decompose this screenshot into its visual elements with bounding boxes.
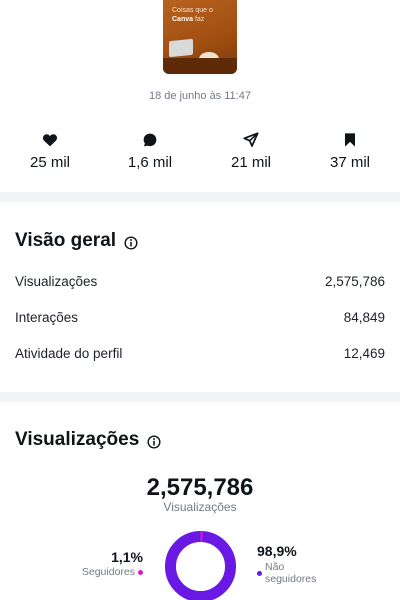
- row-value: 2,575,786: [324, 274, 385, 289]
- comment-icon: [110, 132, 190, 150]
- non-followers-breakdown: 98,9% Não seguidores: [257, 543, 327, 585]
- views-total-label: Visualizações: [163, 500, 237, 514]
- row-label: Interações: [15, 310, 79, 325]
- info-icon[interactable]: [124, 234, 138, 250]
- heart-icon: [10, 132, 90, 150]
- share-icon: [211, 132, 291, 150]
- overview-section-title: Visão geral: [15, 230, 138, 252]
- shares-count: 21 mil: [230, 154, 271, 171]
- overview-title: Visão geral: [15, 230, 117, 251]
- donut-segment-non-followers: [165, 531, 236, 600]
- row-value: 12,469: [343, 346, 385, 361]
- followers-label: Seguidores: [81, 566, 135, 578]
- views-section-title: Visualizações: [15, 429, 161, 451]
- shares-stat: 21 mil: [211, 132, 291, 171]
- non-followers-legend-dot: [257, 571, 262, 576]
- views-donut-chart: [165, 531, 236, 600]
- comments-stat: 1,6 mil: [110, 132, 190, 171]
- followers-breakdown: 1,1% Seguidores: [82, 549, 143, 578]
- desk-image: [163, 58, 237, 74]
- followers-legend: Seguidores: [82, 566, 143, 578]
- non-followers-label: Não seguidores: [265, 561, 317, 585]
- bookmark-icon: [310, 132, 390, 150]
- views-title: Visualizações: [15, 429, 140, 450]
- post-timestamp: 18 de junho às 11:47: [149, 90, 251, 102]
- thumbnail-caption: Coisas que o Canva faz: [172, 7, 213, 23]
- row-label: Visualizações: [15, 274, 98, 289]
- followers-legend-dot: [138, 569, 143, 575]
- post-thumbnail[interactable]: Coisas que o Canva faz: [163, 0, 237, 74]
- section-divider: [0, 192, 400, 202]
- non-followers-percent: 98,9%: [257, 543, 297, 559]
- likes-count: 25 mil: [29, 154, 70, 171]
- post-insights-screen: Coisas que o Canva faz 18 de junho às 11…: [0, 0, 400, 600]
- section-divider: [0, 392, 400, 402]
- comments-count: 1,6 mil: [127, 154, 173, 171]
- likes-stat: 25 mil: [10, 132, 90, 171]
- views-total: 2,575,786: [146, 474, 254, 501]
- row-label: Atividade do perfil: [15, 346, 123, 361]
- engagement-stats: 25 mil 1,6 mil 21 mil 37 mil: [0, 132, 400, 172]
- non-followers-legend: Não seguidores: [257, 561, 327, 585]
- saves-stat: 37 mil: [310, 132, 390, 171]
- laptop-image: [169, 38, 193, 58]
- info-icon[interactable]: [147, 433, 161, 449]
- saves-count: 37 mil: [329, 154, 370, 171]
- followers-percent: 1,1%: [111, 549, 143, 565]
- row-value: 84,849: [343, 310, 385, 325]
